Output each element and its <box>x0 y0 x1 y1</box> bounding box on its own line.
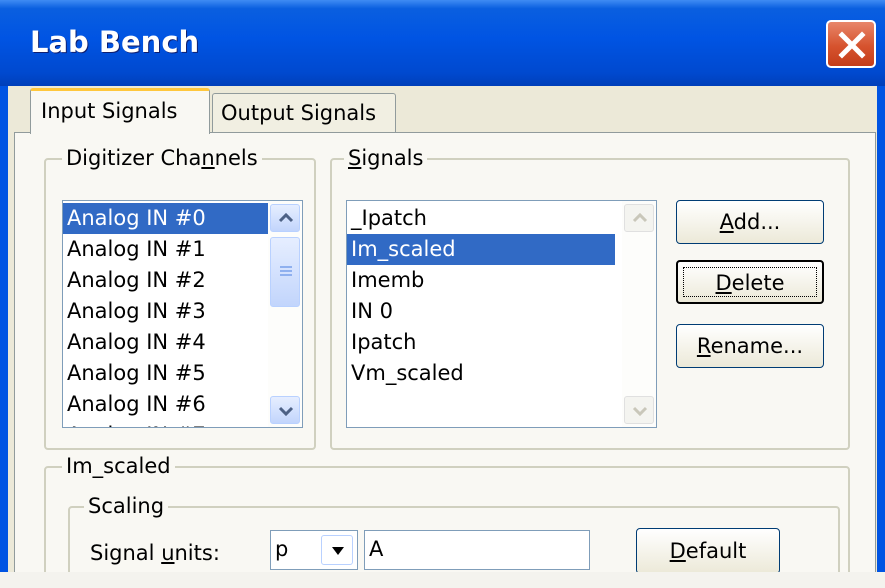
signal-units-input[interactable]: A <box>364 530 590 570</box>
signals-legend: Signals <box>344 145 428 171</box>
signal-units-label: Signal units: <box>90 541 220 565</box>
close-icon <box>838 31 866 59</box>
signals-list[interactable]: _Ipatch Im_scaled Imemb IN 0 Ipatch Vm_s… <box>346 200 657 428</box>
list-item[interactable]: Analog IN #7 <box>63 420 268 427</box>
list-item[interactable]: Analog IN #2 <box>63 265 268 296</box>
unit-prefix-value: p <box>275 537 289 561</box>
list-item[interactable]: IN 0 <box>347 296 615 327</box>
signal-details-legend: Im_scaled <box>62 453 175 479</box>
chevron-down-icon <box>278 406 294 416</box>
list-item[interactable]: Ipatch <box>347 327 615 358</box>
add-button[interactable]: Add... <box>676 200 824 244</box>
digitizer-channels-legend: Digitizer Channels <box>62 145 262 171</box>
tab-output-signals[interactable]: Output Signals <box>212 93 396 132</box>
list-item[interactable]: Analog IN #1 <box>63 234 268 265</box>
rename-button[interactable]: Rename... <box>676 324 824 368</box>
scroll-up-button[interactable] <box>270 204 300 232</box>
scroll-up-button[interactable] <box>624 204 654 232</box>
grip-icon <box>280 266 292 276</box>
lab-bench-window: Lab Bench Input Signals Output Signals D… <box>0 0 885 588</box>
digitizer-channels-list[interactable]: Analog IN #0 Analog IN #1 Analog IN #2 A… <box>62 200 303 428</box>
title-bar[interactable]: Lab Bench <box>0 0 885 86</box>
chevron-up-icon <box>278 213 294 223</box>
scaling-legend: Scaling <box>84 493 169 519</box>
list-item[interactable]: Analog IN #6 <box>63 389 268 420</box>
list-item[interactable]: _Ipatch <box>347 203 615 234</box>
tab-output-signals-label: Output Signals <box>221 101 377 125</box>
scroll-down-button[interactable] <box>270 396 300 424</box>
scroll-down-button[interactable] <box>624 396 654 424</box>
tab-input-signals[interactable]: Input Signals <box>30 88 210 134</box>
delete-button[interactable]: Delete <box>676 260 824 304</box>
signals-scrollbar[interactable] <box>622 201 656 427</box>
focus-ring <box>683 267 817 297</box>
tab-input-signals-label: Input Signals <box>41 99 178 123</box>
default-button[interactable]: Default <box>636 528 780 574</box>
window-title: Lab Bench <box>30 25 200 59</box>
list-item[interactable]: Analog IN #0 <box>63 203 268 234</box>
list-item[interactable]: Imemb <box>347 265 615 296</box>
list-item[interactable]: Analog IN #5 <box>63 358 268 389</box>
list-item[interactable]: Analog IN #4 <box>63 327 268 358</box>
list-item[interactable]: Analog IN #3 <box>63 296 268 327</box>
digitizer-scrollbar[interactable] <box>268 201 302 427</box>
close-button[interactable] <box>826 20 876 68</box>
dropdown-arrow-icon <box>332 547 344 555</box>
bottom-edge <box>0 572 885 588</box>
scroll-thumb[interactable] <box>270 237 300 307</box>
list-item[interactable]: Vm_scaled <box>347 358 615 389</box>
window-border-right <box>877 86 885 588</box>
chevron-up-icon <box>632 213 648 223</box>
chevron-down-icon <box>632 406 648 416</box>
prefix-dropdown-button[interactable] <box>321 535 353 565</box>
list-item[interactable]: Im_scaled <box>347 234 615 265</box>
window-border-left <box>0 86 8 588</box>
unit-prefix-select[interactable]: p <box>270 530 358 570</box>
